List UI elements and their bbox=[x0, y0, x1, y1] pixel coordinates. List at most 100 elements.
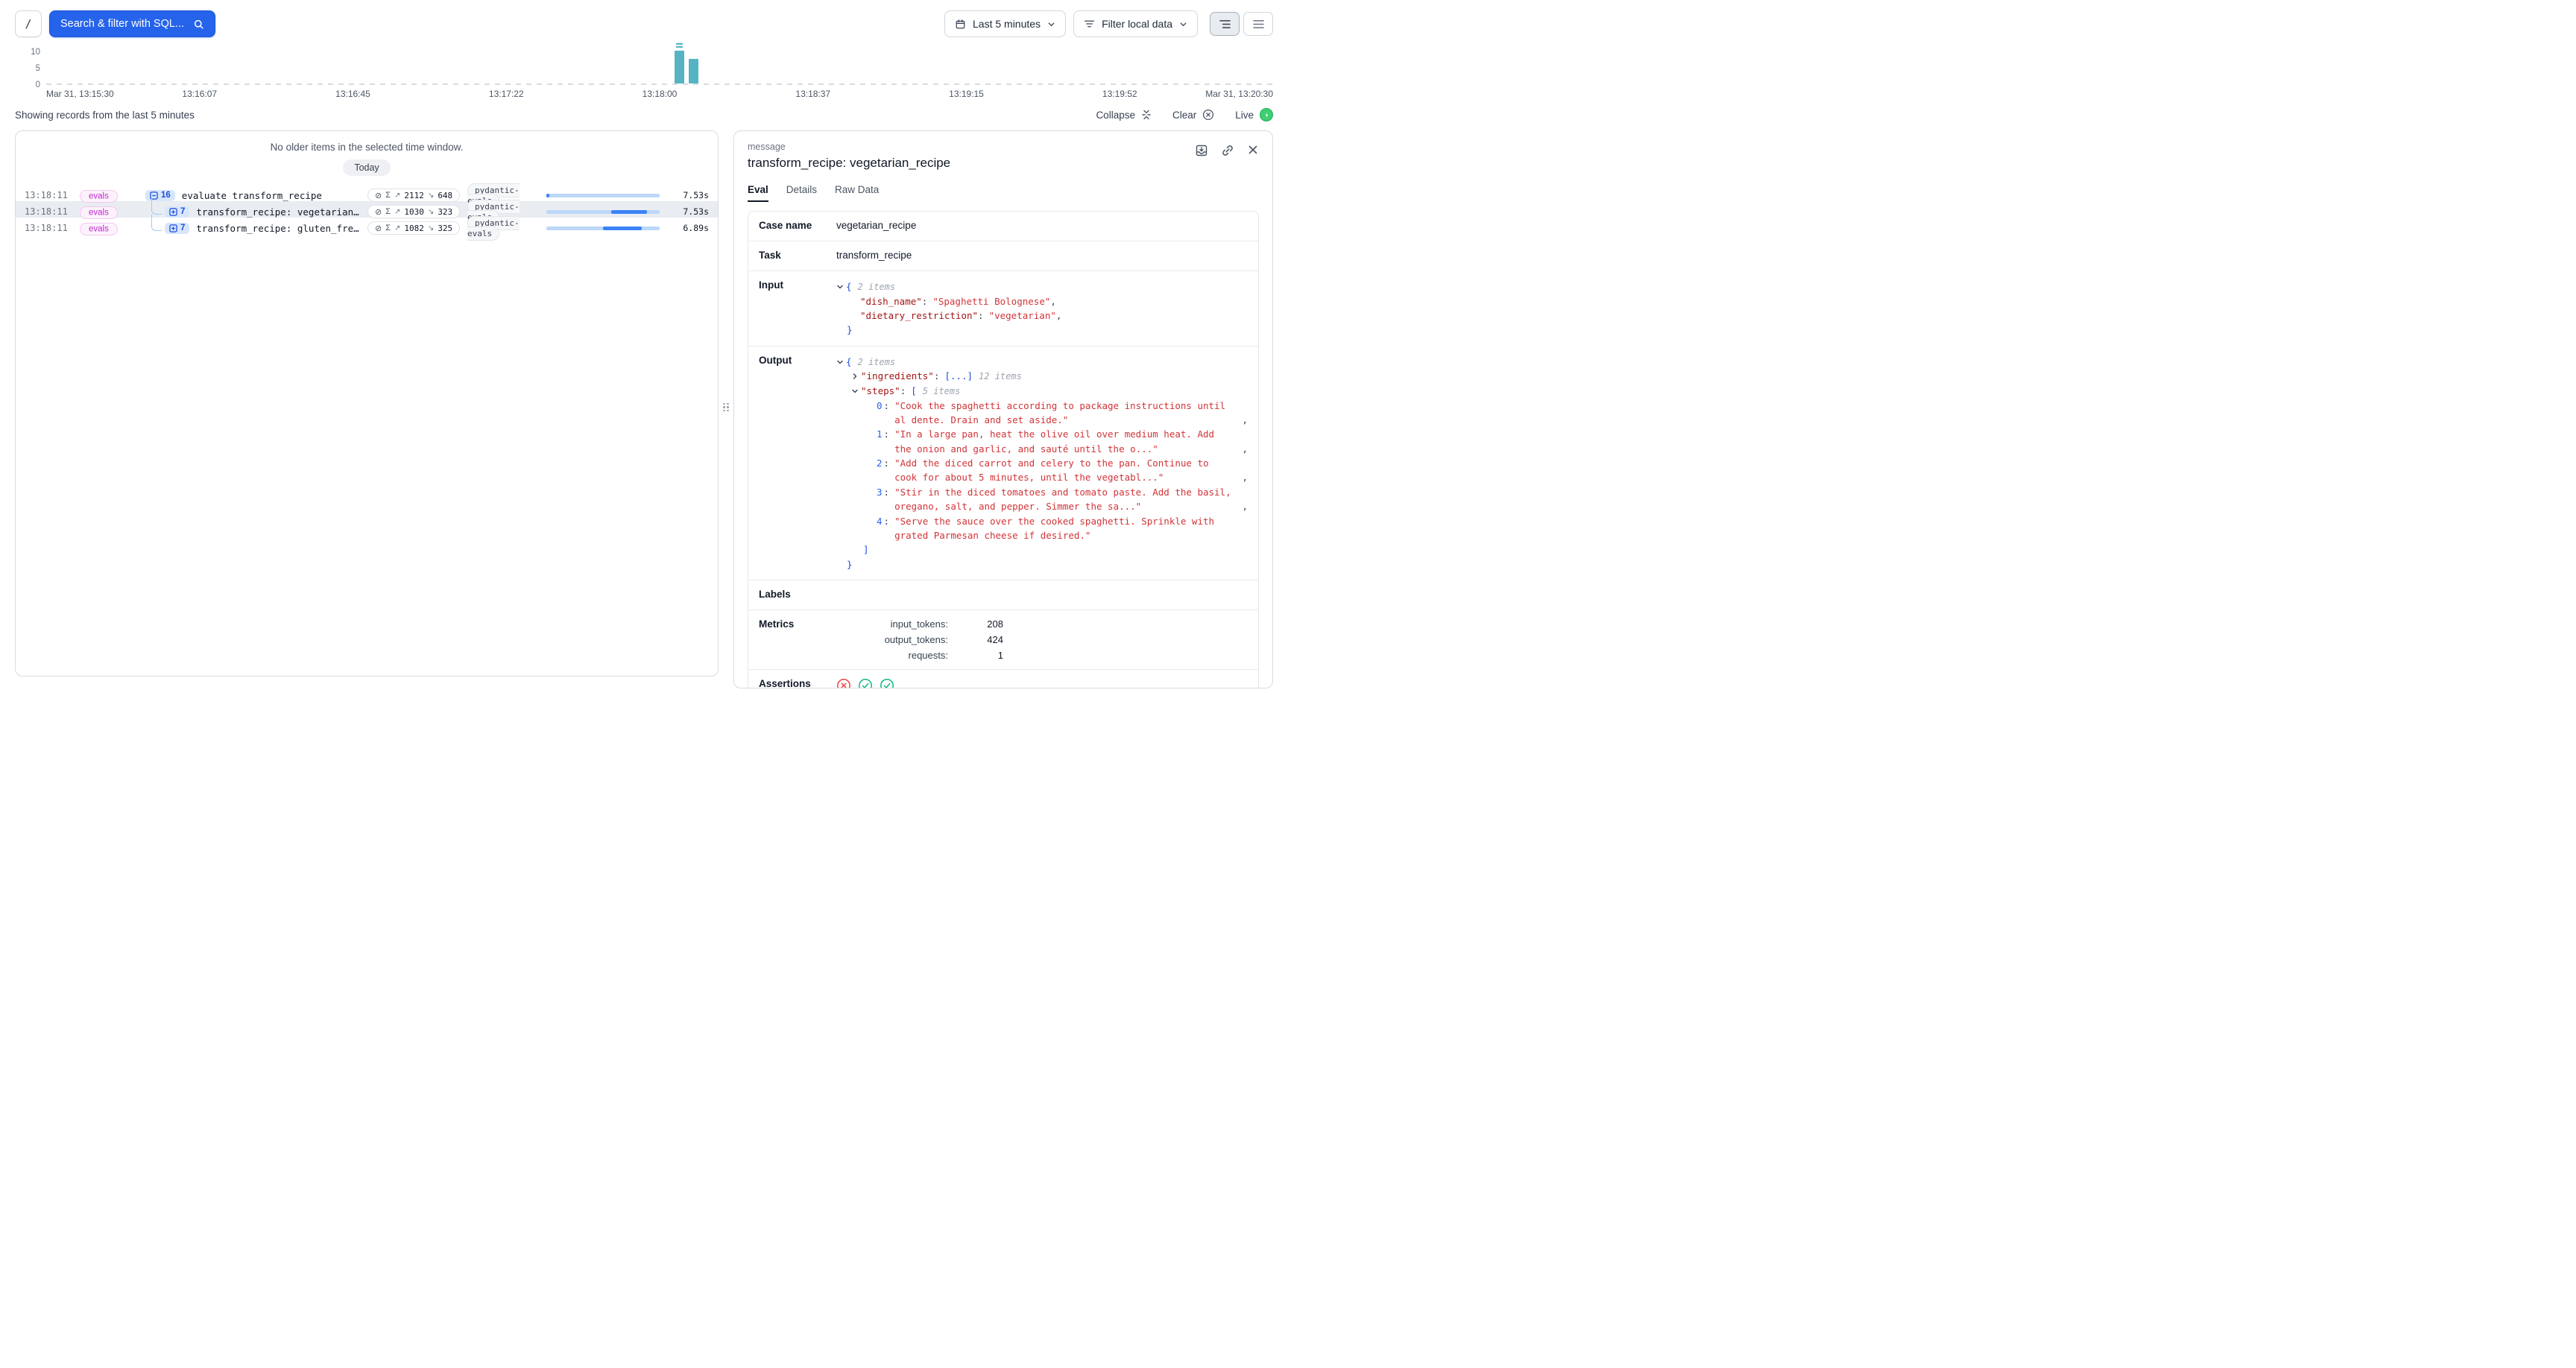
tab-details[interactable]: Details bbox=[786, 184, 817, 202]
output-tokens: 323 bbox=[438, 207, 452, 217]
close-icon bbox=[1247, 144, 1259, 157]
y-tick-label: 5 bbox=[15, 64, 40, 73]
time-range-button[interactable]: Last 5 minutes bbox=[944, 10, 1066, 37]
tree-view-toggle-button[interactable] bbox=[1210, 12, 1240, 36]
duration-text: 7.53s bbox=[666, 190, 709, 200]
clear-label: Clear bbox=[1172, 110, 1196, 121]
histogram-bar[interactable] bbox=[675, 51, 684, 83]
array-index: 2 bbox=[877, 456, 883, 470]
span-name: transform_recipe: gluten_free_recipe bbox=[196, 223, 362, 234]
case-name-row: Case name vegetarian_recipe bbox=[748, 212, 1258, 241]
array-index: 0 bbox=[877, 399, 883, 413]
duration-bar bbox=[546, 210, 660, 214]
tab-raw-data[interactable]: Raw Data bbox=[835, 184, 879, 202]
arrow-down-right-icon: ↘ bbox=[428, 224, 434, 232]
resize-grip-icon bbox=[723, 403, 729, 412]
arrow-up-right-icon: ↗ bbox=[394, 224, 400, 232]
duration-bar bbox=[546, 227, 660, 230]
archive-button[interactable] bbox=[1195, 144, 1208, 157]
flat-list-toggle-button[interactable] bbox=[1243, 12, 1273, 36]
items-count-note: 12 items bbox=[979, 370, 1022, 384]
evals-tag-badge: evals bbox=[80, 206, 118, 219]
collapsed-array-preview[interactable]: [...] bbox=[944, 369, 973, 383]
metrics-grid: input_tokens: 208 output_tokens: 424 req… bbox=[836, 618, 1248, 661]
chevron-right-icon[interactable] bbox=[851, 373, 859, 380]
span-name: evaluate transform_recipe bbox=[182, 190, 322, 201]
labels-value bbox=[836, 589, 1248, 601]
children-count: 16 bbox=[161, 191, 171, 200]
x-tick-label: 13:18:37 bbox=[795, 89, 830, 99]
plus-square-icon bbox=[169, 208, 177, 216]
panel-resize-handle[interactable] bbox=[719, 130, 733, 684]
input-json-viewer: { 2 items "dish_name": "Spaghetti Bologn… bbox=[836, 279, 1248, 338]
children-count: 7 bbox=[180, 224, 185, 232]
comma: , bbox=[1242, 442, 1248, 456]
chevron-down-icon[interactable] bbox=[851, 387, 859, 395]
flat-list-icon bbox=[1253, 19, 1264, 29]
array-index: 1 bbox=[877, 427, 883, 441]
sql-search-button[interactable]: Search & filter with SQL... bbox=[49, 10, 215, 37]
row-timestamp: 13:18:11 bbox=[25, 223, 74, 233]
children-count-badge[interactable]: 7 bbox=[165, 206, 189, 218]
live-indicator-icon bbox=[1260, 108, 1273, 121]
comma: , bbox=[1242, 413, 1248, 427]
assertion-pass-icon[interactable] bbox=[880, 678, 894, 688]
x-tick-label: Mar 31, 13:20:30 bbox=[1205, 89, 1273, 99]
app-root: / Search & filter with SQL... Last 5 min… bbox=[0, 0, 1288, 684]
input-label: Input bbox=[759, 279, 836, 291]
day-pill[interactable]: Today bbox=[343, 159, 390, 176]
tree-connector bbox=[151, 198, 162, 215]
collapse-label: Collapse bbox=[1096, 110, 1135, 121]
chart-plot-area[interactable]: 10 5 0 bbox=[46, 46, 1273, 85]
chevron-down-icon[interactable] bbox=[836, 358, 844, 366]
records-timeline-chart[interactable]: 10 5 0 Mar 31, 13:15:30 13:16:07 13:16:4… bbox=[15, 46, 1273, 101]
x-tick-label: 13:19:52 bbox=[1102, 89, 1137, 99]
colon: : bbox=[884, 514, 890, 528]
comma: , bbox=[1242, 499, 1248, 513]
json-string-value: "Add the diced carrot and celery to the … bbox=[894, 456, 1236, 485]
assertion-fail-icon[interactable] bbox=[836, 678, 851, 688]
json-string-value: "vegetarian" bbox=[989, 308, 1056, 323]
trace-rows: 13:18:11 evals 16 evaluate transform_rec… bbox=[16, 185, 718, 234]
json-string-value: "Serve the sauce over the cooked spaghet… bbox=[894, 514, 1248, 543]
x-tick-label: 13:19:15 bbox=[949, 89, 984, 99]
close-bracket: ] bbox=[863, 542, 869, 557]
detail-header-icons bbox=[1195, 144, 1259, 157]
trace-row[interactable]: 13:18:11 evals 7 transform_recipe: glute… bbox=[16, 218, 718, 234]
evals-tag-badge: evals bbox=[80, 223, 118, 235]
histogram-bar[interactable] bbox=[689, 59, 698, 83]
task-value: transform_recipe bbox=[836, 250, 1248, 262]
collapse-icon bbox=[1141, 110, 1152, 120]
children-count-badge[interactable]: 7 bbox=[165, 223, 189, 234]
colon: : bbox=[884, 399, 890, 413]
open-brace: { bbox=[846, 355, 852, 369]
assertion-pass-icon[interactable] bbox=[858, 678, 873, 688]
filter-local-data-button[interactable]: Filter local data bbox=[1073, 10, 1198, 37]
chevron-down-icon[interactable] bbox=[836, 283, 844, 291]
live-toggle-button[interactable]: Live bbox=[1235, 108, 1273, 121]
copy-link-button[interactable] bbox=[1221, 144, 1234, 157]
metric-key: input_tokens: bbox=[836, 618, 948, 630]
close-panel-button[interactable] bbox=[1247, 144, 1259, 157]
link-icon bbox=[1221, 144, 1234, 157]
empty-window-notice: No older items in the selected time wind… bbox=[16, 142, 718, 153]
clear-button[interactable]: Clear bbox=[1172, 109, 1214, 121]
metric-value: 1 bbox=[948, 650, 1003, 661]
y-tick-label: 0 bbox=[15, 80, 40, 89]
chevron-down-icon bbox=[1179, 20, 1187, 28]
trace-row-selected[interactable]: 13:18:11 evals 7 transform_recipe: veget… bbox=[16, 201, 718, 218]
sigma-icon: Σ bbox=[385, 224, 391, 232]
clear-circle-x-icon bbox=[1202, 109, 1214, 121]
day-separator: Today bbox=[16, 159, 718, 176]
slash-shortcut-key[interactable]: / bbox=[15, 10, 42, 37]
input-tokens: 1082 bbox=[404, 224, 424, 233]
arrow-up-right-icon: ↗ bbox=[394, 191, 400, 200]
collapse-all-button[interactable]: Collapse bbox=[1096, 110, 1152, 121]
trace-row[interactable]: 13:18:11 evals 16 evaluate transform_rec… bbox=[16, 185, 718, 201]
colon: : bbox=[922, 294, 928, 308]
topbar-left: / Search & filter with SQL... bbox=[15, 10, 215, 37]
colon: : bbox=[934, 369, 940, 383]
metrics-row: Metrics input_tokens: 208 output_tokens:… bbox=[748, 610, 1258, 670]
tab-eval[interactable]: Eval bbox=[748, 184, 768, 202]
arrow-up-right-icon: ↗ bbox=[394, 208, 400, 216]
